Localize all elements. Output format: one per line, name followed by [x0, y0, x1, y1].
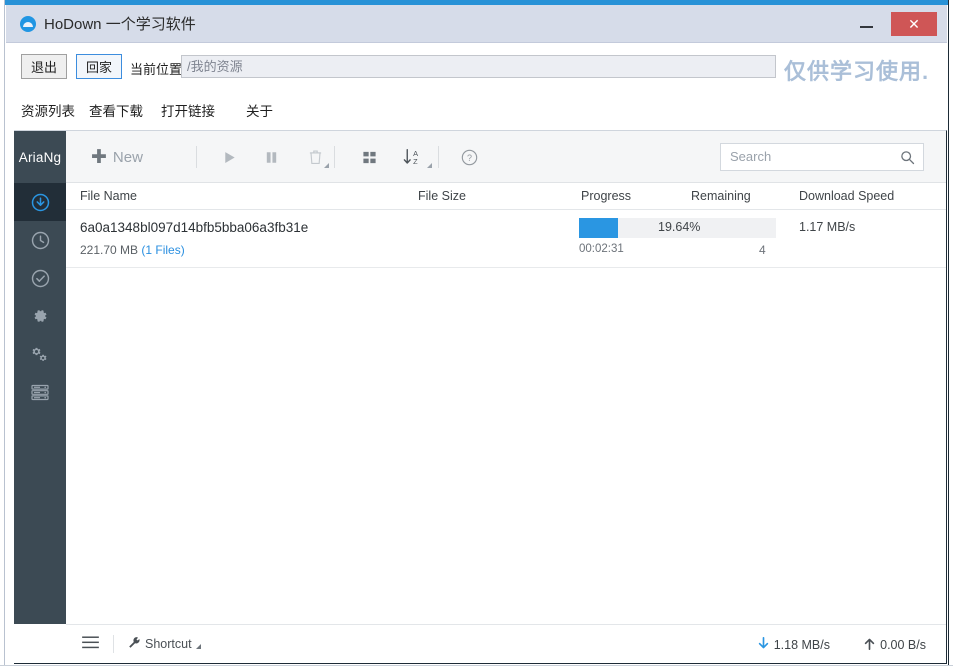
- sidebar-item-finished[interactable]: [14, 259, 66, 297]
- sort-az-icon[interactable]: A Z: [399, 145, 432, 169]
- window-title: HoDown 一个学习软件: [44, 16, 196, 33]
- task-size-value: 221.70 MB: [80, 243, 139, 257]
- search-icon[interactable]: [900, 150, 915, 170]
- wrench-icon: [128, 636, 141, 652]
- sidebar-item-waiting[interactable]: [14, 221, 66, 259]
- task-file-size: 221.70 MB (1 Files): [80, 243, 185, 257]
- search-box[interactable]: Search: [720, 143, 924, 171]
- download-circle-icon: [31, 193, 50, 212]
- server-icon: [30, 384, 50, 401]
- svg-text:?: ?: [467, 152, 472, 162]
- task-download-speed: 1.17 MB/s: [799, 220, 856, 234]
- task-progress-percent: 19.64%: [658, 220, 701, 234]
- ariang-panel: AriaNg ✚ New A Z ? Search File Name File…: [14, 130, 947, 664]
- global-upload-speed: 0.00 B/s: [864, 637, 926, 653]
- application-window: HoDown 一个学习软件 ✕ 退出 回家 当前位置： /我的资源 仅供学习使用…: [0, 0, 953, 670]
- column-header-file-size[interactable]: File Size: [418, 189, 466, 203]
- path-input[interactable]: /我的资源: [181, 55, 776, 78]
- toolbar-separator: [334, 146, 335, 168]
- chevron-down-icon: [324, 163, 329, 168]
- minimize-button[interactable]: [854, 15, 880, 35]
- trash-icon[interactable]: [302, 145, 329, 169]
- chevron-down-icon: [195, 638, 204, 650]
- menu-item-view-downloads[interactable]: 查看下载: [89, 100, 143, 120]
- new-task-label: New: [112, 148, 143, 166]
- menu-item-resource-list[interactable]: 资源列表: [21, 100, 75, 120]
- navigation-toolbar: 退出 回家 当前位置： /我的资源 仅供学习使用.: [6, 44, 947, 92]
- toolbar-separator: [438, 146, 439, 168]
- gear-icon: [31, 307, 49, 325]
- check-circle-icon: [31, 269, 50, 288]
- sidebar-item-settings[interactable]: [14, 297, 66, 335]
- upload-speed-value: 0.00 B/s: [880, 638, 926, 652]
- home-button[interactable]: 回家: [76, 54, 122, 79]
- sidebar-item-downloading[interactable]: [14, 183, 66, 221]
- play-icon[interactable]: [216, 145, 242, 169]
- progress-bar-fill: [579, 218, 618, 238]
- clock-circle-icon: [31, 231, 50, 250]
- statusbar-separator: [113, 635, 114, 653]
- column-header-progress[interactable]: Progress: [581, 189, 631, 203]
- new-task-button[interactable]: ✚ New: [91, 144, 143, 170]
- menu-item-open-link[interactable]: 打开链接: [161, 100, 215, 120]
- gears-icon: [30, 345, 50, 363]
- window-bottom-border: [0, 665, 953, 670]
- column-header-file-name[interactable]: File Name: [80, 189, 137, 203]
- ariang-toolbar: ✚ New A Z ? Search: [66, 131, 946, 183]
- help-icon[interactable]: ?: [456, 145, 482, 169]
- column-header-download-speed[interactable]: Download Speed: [799, 189, 894, 203]
- window-left-border: [0, 0, 5, 670]
- download-arrow-icon: [758, 636, 769, 653]
- table-header-row: File Name File Size Progress Remaining D…: [66, 183, 946, 210]
- task-file-name: 6a0a1348bl097d14bfb5bba06a3fb31e: [80, 220, 309, 235]
- table-row[interactable]: 6a0a1348bl097d14bfb5bba06a3fb31e 221.70 …: [66, 210, 946, 268]
- task-connections: 4: [759, 243, 766, 257]
- window-right-border: [948, 0, 953, 670]
- toolbar-separator: [196, 146, 197, 168]
- menu-item-about[interactable]: 关于: [246, 100, 273, 120]
- global-download-speed: 1.18 MB/s: [758, 636, 830, 653]
- search-input[interactable]: Search: [730, 149, 771, 164]
- download-speed-value: 1.18 MB/s: [773, 638, 830, 652]
- grid-icon[interactable]: [356, 145, 382, 169]
- ariang-sidebar: AriaNg: [14, 131, 66, 626]
- column-header-remaining[interactable]: Remaining: [691, 189, 751, 203]
- menu-bar: 资源列表 查看下载 打开链接 关于: [6, 92, 947, 128]
- close-button[interactable]: ✕: [891, 12, 937, 36]
- sidebar-item-server-status[interactable]: [14, 373, 66, 411]
- pause-icon[interactable]: [258, 145, 284, 169]
- sidebar-item-aria2-settings[interactable]: [14, 335, 66, 373]
- chevron-down-icon: [427, 163, 432, 168]
- statusbar-left-filler: [14, 624, 66, 663]
- shortcut-label: Shortcut: [145, 637, 192, 651]
- ariang-status-bar: Shortcut 1.18 MB/s 0.00 B/s: [66, 624, 946, 663]
- ariang-brand: AriaNg: [18, 149, 62, 165]
- exit-button[interactable]: 退出: [21, 54, 67, 79]
- cloud-icon: [20, 16, 36, 32]
- watermark-text: 仅供学习使用.: [784, 59, 930, 84]
- shortcut-button[interactable]: Shortcut: [128, 636, 204, 652]
- upload-arrow-icon: [864, 637, 875, 653]
- task-files-count: (1 Files): [141, 243, 185, 257]
- plus-icon: ✚: [91, 146, 107, 168]
- task-remaining-time: 00:02:31: [579, 243, 624, 255]
- hamburger-icon[interactable]: [82, 636, 99, 654]
- title-bar[interactable]: HoDown 一个学习软件 ✕: [6, 5, 947, 43]
- svg-text:Z: Z: [413, 157, 418, 166]
